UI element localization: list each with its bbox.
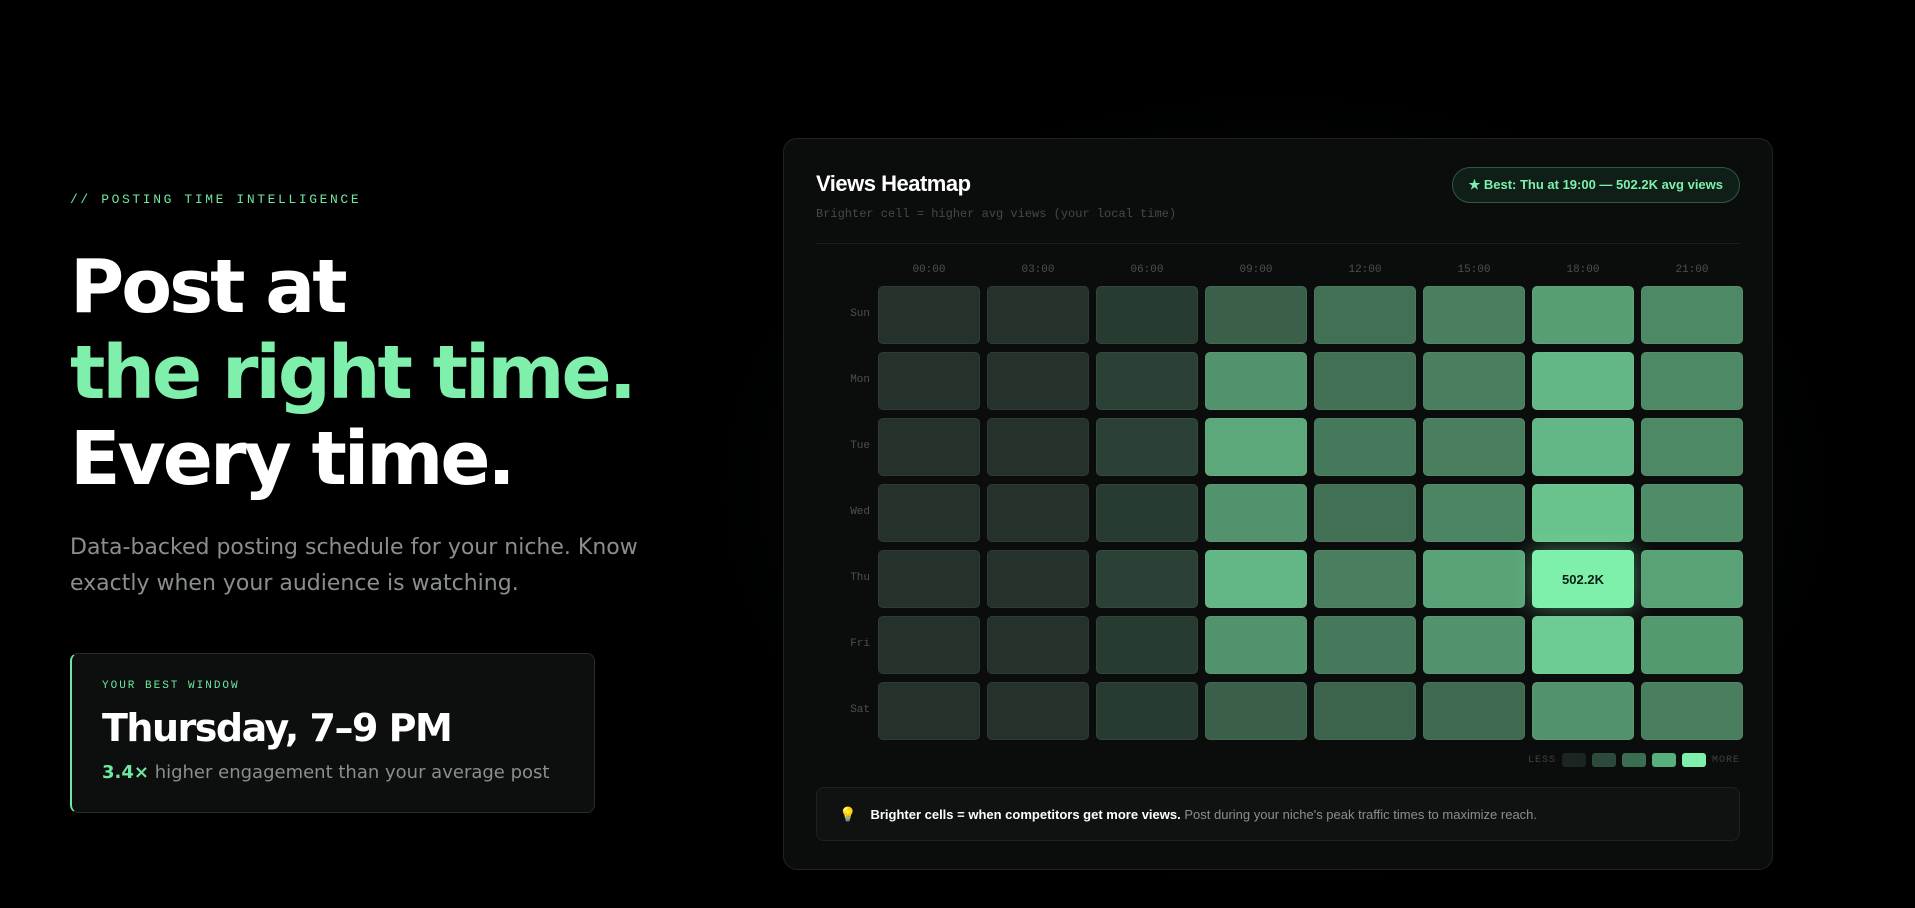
- heatmap-col-label: 09:00: [1239, 264, 1273, 276]
- heatmap-row-label: Sat: [850, 704, 870, 716]
- legend-swatch: [1591, 753, 1616, 767]
- heatmap-cell[interactable]: [987, 286, 1089, 344]
- heatmap-row-label: Fri: [850, 638, 870, 650]
- heatmap-row-label: Tue: [850, 440, 870, 452]
- heatmap-row-label: Thu: [850, 572, 870, 584]
- heatmap-cell[interactable]: [1423, 418, 1525, 476]
- heatmap-cell[interactable]: [1532, 418, 1634, 476]
- heatmap-cell[interactable]: [1096, 616, 1198, 674]
- heatmap-row-label: Mon: [850, 374, 870, 386]
- heatmap-cell[interactable]: [1205, 682, 1307, 740]
- heatmap-col-label: 18:00: [1566, 264, 1600, 276]
- heatmap-cell[interactable]: [878, 418, 980, 476]
- heatmap-cell[interactable]: [987, 418, 1089, 476]
- heatmap-cell[interactable]: [1314, 550, 1416, 608]
- heatmap-cell[interactable]: [878, 352, 980, 410]
- best-window-stat: 3.4× higher engagement than your average…: [102, 762, 564, 783]
- heatmap-cell[interactable]: [1641, 616, 1743, 674]
- legend-swatch: [1621, 753, 1646, 767]
- engagement-stat-text: higher engagement than your average post: [148, 762, 550, 783]
- heatmap-cell[interactable]: [878, 682, 980, 740]
- best-window-kicker: YOUR BEST WINDOW: [102, 680, 240, 692]
- heatmap-cell[interactable]: [1096, 484, 1198, 542]
- heatmap-cell[interactable]: [1096, 352, 1198, 410]
- heatmap-cell[interactable]: [1314, 616, 1416, 674]
- legend-swatch: [1561, 753, 1586, 767]
- lightbulb-icon: 💡: [839, 805, 857, 822]
- heatmap-cell[interactable]: [1641, 286, 1743, 344]
- heatmap-cell[interactable]: [987, 550, 1089, 608]
- hero-headline: Post at the right time. Every time.: [70, 244, 637, 502]
- heatmap-col-label: 06:00: [1130, 264, 1164, 276]
- heatmap-cell[interactable]: [1205, 616, 1307, 674]
- heatmap-cell[interactable]: [1205, 418, 1307, 476]
- heatmap-cell[interactable]: [1423, 550, 1525, 608]
- heatmap-cell[interactable]: [1314, 352, 1416, 410]
- heatmap-cell[interactable]: [987, 352, 1089, 410]
- heatmap-cell[interactable]: [1532, 352, 1634, 410]
- heatmap-cell[interactable]: [878, 484, 980, 542]
- heatmap-cell[interactable]: [1641, 484, 1743, 542]
- heatmap-cell[interactable]: [1205, 550, 1307, 608]
- heatmap-cell[interactable]: [1096, 286, 1198, 344]
- heatmap-cell[interactable]: [1532, 616, 1634, 674]
- heatmap-cell[interactable]: [1314, 484, 1416, 542]
- heatmap-col-label: 03:00: [1021, 264, 1055, 276]
- heatmap-cell[interactable]: [1423, 484, 1525, 542]
- heatmap-col-label: 00:00: [912, 264, 946, 276]
- legend-swatch: [1651, 753, 1676, 767]
- heatmap-panel: Views Heatmap Brighter cell = higher avg…: [783, 138, 1773, 870]
- heatmap-cell[interactable]: [1532, 286, 1634, 344]
- tip-text: Brighter cells = when competitors get mo…: [870, 807, 1537, 822]
- heatmap-row-label: Sun: [850, 308, 870, 320]
- best-window-day-time: Thursday, 7–9 PM: [102, 706, 453, 750]
- heatmap-cell[interactable]: [987, 616, 1089, 674]
- heatmap-cell[interactable]: [1532, 682, 1634, 740]
- heatmap-cell[interactable]: [1205, 484, 1307, 542]
- heatmap-cell[interactable]: [1205, 286, 1307, 344]
- headline-line-2: the right time.: [70, 330, 637, 416]
- heatmap-cell[interactable]: [878, 286, 980, 344]
- heatmap-cell[interactable]: [1096, 418, 1198, 476]
- legend-swatches: [1561, 753, 1706, 767]
- heatmap-cell[interactable]: [878, 616, 980, 674]
- heatmap-cell[interactable]: [1641, 418, 1743, 476]
- heatmap-cell[interactable]: [1423, 286, 1525, 344]
- heatmap-cell[interactable]: [878, 550, 980, 608]
- heatmap-cell[interactable]: [987, 484, 1089, 542]
- hero-subtext: Data-backed posting schedule for your ni…: [70, 535, 638, 596]
- heatmap-cell[interactable]: [1205, 352, 1307, 410]
- tip-body-text: Post during your niche's peak traffic ti…: [1184, 806, 1538, 822]
- heatmap-cell[interactable]: [1314, 286, 1416, 344]
- legend-more-label: MORE: [1711, 754, 1740, 766]
- engagement-multiplier: 3.4×: [102, 762, 149, 783]
- heatmap-cell[interactable]: [987, 682, 1089, 740]
- heatmap-col-label: 12:00: [1348, 264, 1382, 276]
- tip-banner: 💡 Brighter cells = when competitors get …: [816, 787, 1740, 841]
- heatmap-legend: LESS MORE: [1528, 753, 1740, 767]
- best-window-card: YOUR BEST WINDOW Thursday, 7–9 PM 3.4× h…: [70, 653, 595, 813]
- heatmap-col-label: 21:00: [1675, 264, 1709, 276]
- heatmap-cell[interactable]: [1641, 550, 1743, 608]
- heatmap-cell[interactable]: [1423, 352, 1525, 410]
- legend-swatch: [1681, 753, 1706, 767]
- legend-less-label: LESS: [1527, 754, 1556, 766]
- heatmap-cell[interactable]: [1096, 682, 1198, 740]
- eyebrow-label: // POSTING TIME INTELLIGENCE: [70, 192, 362, 207]
- heatmap-cell[interactable]: 502.2K: [1532, 550, 1634, 608]
- heatmap-cell[interactable]: [1423, 682, 1525, 740]
- heatmap-cell[interactable]: [1423, 616, 1525, 674]
- heatmap-row-label: Wed: [850, 506, 870, 518]
- heatmap-cell[interactable]: [1314, 418, 1416, 476]
- heatmap-cell[interactable]: [1532, 484, 1634, 542]
- heatmap-col-label: 15:00: [1457, 264, 1491, 276]
- tip-bold-text: Brighter cells = when competitors get mo…: [870, 806, 1181, 822]
- headline-line-1: Post at: [70, 244, 348, 330]
- heatmap-cell[interactable]: [1641, 352, 1743, 410]
- headline-line-3: Every time.: [70, 416, 516, 502]
- heatmap-cell[interactable]: [1314, 682, 1416, 740]
- heatmap-cell[interactable]: [1641, 682, 1743, 740]
- heatmap-cell[interactable]: [1096, 550, 1198, 608]
